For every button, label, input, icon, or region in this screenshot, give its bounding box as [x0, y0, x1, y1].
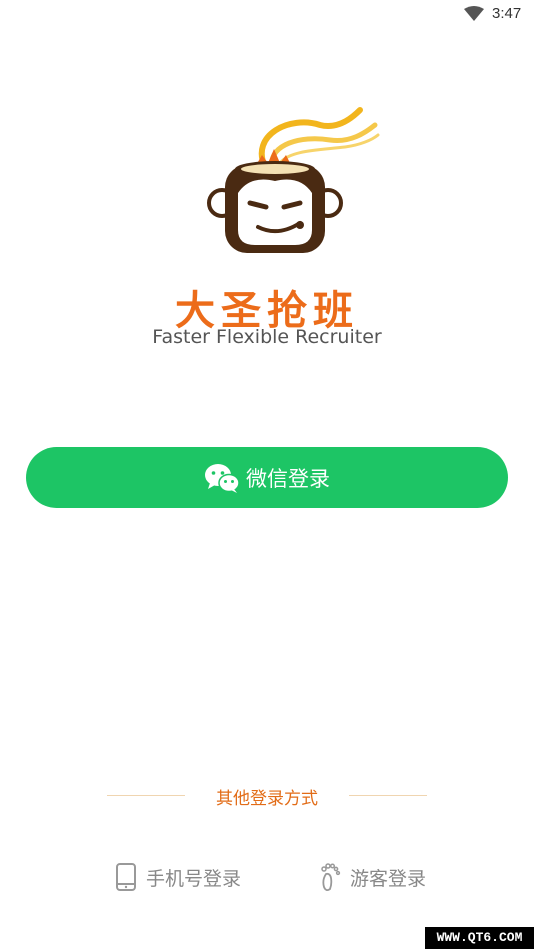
phone-login-label: 手机号登录: [146, 867, 242, 890]
other-login-label: 其他登录方式: [216, 789, 318, 809]
wechat-login-label: 微信登录: [246, 466, 330, 491]
divider-line-right: [349, 795, 427, 796]
brand-subtitle: Faster Flexible Recruiter: [152, 326, 382, 348]
guest-login-label: 游客登录: [350, 867, 427, 890]
other-login-divider: 其他登录方式: [0, 783, 534, 809]
status-time: 3:47: [492, 5, 522, 22]
guest-login-button[interactable]: 游客登录: [318, 860, 426, 894]
wechat-icon: [205, 463, 240, 493]
wechat-login-button[interactable]: 微信登录: [26, 447, 508, 508]
wifi-icon: [464, 6, 484, 21]
footprint-icon: [321, 863, 341, 892]
monkey-logo: [207, 107, 380, 253]
phone-icon: [116, 863, 136, 891]
status-bar: 3:47: [0, 0, 534, 30]
phone-login-button[interactable]: 手机号登录: [114, 860, 241, 894]
watermark: WWW.QT6.COM: [425, 927, 534, 949]
